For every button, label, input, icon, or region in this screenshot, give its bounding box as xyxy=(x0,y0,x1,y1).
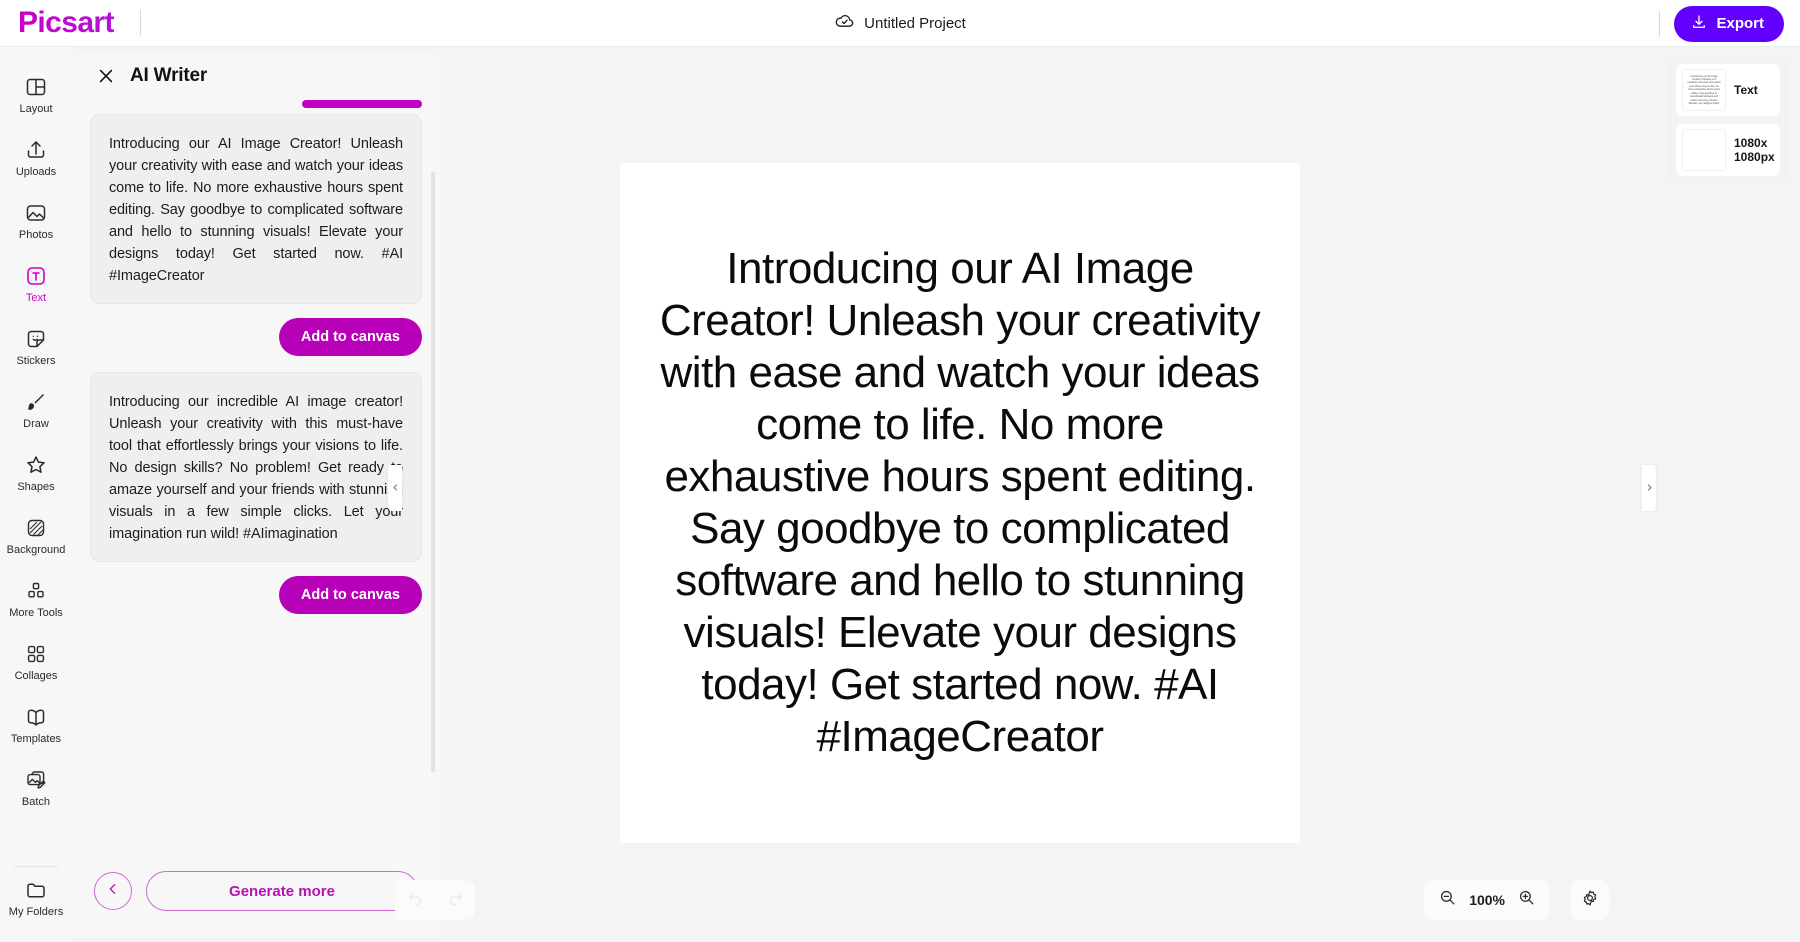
layer-name: Text xyxy=(1734,83,1758,97)
zoom-level-value[interactable]: 100% xyxy=(1469,892,1505,908)
sidebar-item-uploads[interactable]: Uploads xyxy=(0,126,72,189)
templates-book-icon xyxy=(24,705,48,729)
zoom-in-icon[interactable] xyxy=(1517,888,1536,912)
left-sidebar: Layout Uploads Photos Text Stickers Draw… xyxy=(0,47,72,942)
chevron-right-icon xyxy=(1645,479,1654,497)
chevron-left-icon xyxy=(391,479,400,497)
sidebar-item-draw[interactable]: Draw xyxy=(0,378,72,441)
export-button[interactable]: Export xyxy=(1674,5,1784,42)
ai-result-card[interactable]: Introducing our AI Image Creator! Unleas… xyxy=(90,114,422,304)
chevron-left-icon xyxy=(105,881,121,902)
undo-redo-group xyxy=(395,880,475,920)
sidebar-item-templates[interactable]: Templates xyxy=(0,693,72,756)
project-title-group: Untitled Project xyxy=(0,10,1800,36)
photo-icon xyxy=(24,201,48,225)
sidebar-item-shapes[interactable]: Shapes xyxy=(0,441,72,504)
panel-scrollbar[interactable] xyxy=(431,172,435,772)
cloud-check-icon xyxy=(834,10,855,36)
download-icon xyxy=(1690,13,1708,35)
redo-icon[interactable] xyxy=(446,888,465,912)
settings-button[interactable] xyxy=(1570,880,1610,920)
sidebar-item-label: Uploads xyxy=(15,165,57,178)
layer-thumbnail: Introducing our AI Image Creator! Unleas… xyxy=(1682,69,1726,111)
add-to-canvas-row: Add to canvas xyxy=(90,304,422,372)
layer-item-canvas-size[interactable]: 1080x 1080px xyxy=(1676,124,1780,176)
panel-scroll-area[interactable]: Introducing our AI Image Creator! Unleas… xyxy=(72,100,440,844)
sidebar-item-label: Batch xyxy=(21,795,51,808)
layout-icon xyxy=(24,75,48,99)
sidebar-item-text[interactable]: Text xyxy=(0,252,72,315)
sidebar-item-label: More Tools xyxy=(9,606,63,619)
sidebar-item-label: Shapes xyxy=(17,480,55,493)
zoom-out-icon[interactable] xyxy=(1438,888,1457,912)
sidebar-item-label: Layout xyxy=(19,102,53,115)
sidebar-item-photos[interactable]: Photos xyxy=(0,189,72,252)
sidebar-item-label: Collages xyxy=(14,669,58,682)
sidebar-item-label: Photos xyxy=(18,228,54,241)
sidebar-item-label: Text xyxy=(25,291,47,304)
sidebar-divider xyxy=(14,866,58,867)
top-bar: Picsart Untitled Project Export xyxy=(0,0,1800,47)
layer-name: 1080x 1080px xyxy=(1734,136,1775,164)
top-bar-right: Export xyxy=(1659,0,1784,47)
sidebar-item-label: Templates xyxy=(10,732,62,745)
sidebar-item-stickers[interactable]: Stickers xyxy=(0,315,72,378)
layer-thumbnail-text: Introducing our AI Image Creator! Unleas… xyxy=(1687,74,1721,105)
workspace: Introducing our AI Image Creator! Unleas… xyxy=(388,47,1670,942)
generate-more-button[interactable]: Generate more xyxy=(146,871,418,911)
background-icon xyxy=(24,516,48,540)
brush-icon xyxy=(24,390,48,414)
ai-result-text: Introducing our AI Image Creator! Unleas… xyxy=(109,136,403,284)
star-icon xyxy=(24,453,48,477)
panel-header: AI Writer xyxy=(72,52,440,100)
upload-icon xyxy=(24,138,48,162)
add-to-canvas-row: Add to canvas xyxy=(90,562,422,630)
back-button[interactable] xyxy=(94,872,132,910)
zoom-controls: 100% xyxy=(1424,880,1550,920)
picsart-editor: Picsart Untitled Project Export Layout U… xyxy=(0,0,1800,942)
sidebar-item-more-tools[interactable]: More Tools xyxy=(0,567,72,630)
sidebar-item-label: My Folders xyxy=(8,905,64,918)
sidebar-item-batch[interactable]: Batch xyxy=(0,756,72,819)
design-canvas[interactable]: Introducing our AI Image Creator! Unleas… xyxy=(620,163,1300,843)
sidebar-item-collages[interactable]: Collages xyxy=(0,630,72,693)
gear-icon xyxy=(1580,888,1600,913)
ai-result-card[interactable]: Introducing our incredible AI image crea… xyxy=(90,372,422,562)
clipped-add-to-canvas-button[interactable] xyxy=(302,100,422,108)
toolbar-divider xyxy=(1659,10,1661,37)
collapse-left-handle[interactable] xyxy=(388,465,402,511)
sticker-icon xyxy=(24,327,48,351)
layer-thumbnail xyxy=(1682,129,1726,171)
export-label: Export xyxy=(1716,15,1764,32)
logo-divider xyxy=(139,10,141,36)
panel-title: AI Writer xyxy=(130,65,208,86)
sidebar-item-my-folders[interactable]: My Folders xyxy=(0,879,72,942)
ai-result-text: Introducing our incredible AI image crea… xyxy=(109,394,403,542)
folder-icon xyxy=(24,878,48,902)
text-t-icon xyxy=(24,264,48,288)
sidebar-item-label: Stickers xyxy=(16,354,56,367)
more-tools-icon xyxy=(24,579,48,603)
sidebar-item-label: Draw xyxy=(23,417,49,430)
close-icon[interactable] xyxy=(96,66,116,86)
layer-item-text[interactable]: Introducing our AI Image Creator! Unleas… xyxy=(1676,64,1780,116)
collapse-right-handle[interactable] xyxy=(1642,465,1656,511)
ai-writer-panel: AI Writer Introducing our AI Image Creat… xyxy=(72,52,440,938)
undo-icon[interactable] xyxy=(406,888,425,912)
sidebar-item-layout[interactable]: Layout xyxy=(0,63,72,126)
canvas-text-layer[interactable]: Introducing our AI Image Creator! Unleas… xyxy=(655,243,1265,762)
batch-icon xyxy=(24,768,48,792)
add-to-canvas-button[interactable]: Add to canvas xyxy=(278,318,422,356)
project-title[interactable]: Untitled Project xyxy=(864,15,966,32)
picsart-logo[interactable]: Picsart xyxy=(18,6,114,40)
panel-footer: Generate more xyxy=(72,844,440,938)
collage-grid-icon xyxy=(24,642,48,666)
layers-panel: Introducing our AI Image Creator! Unleas… xyxy=(1668,56,1788,184)
sidebar-item-label: Background xyxy=(6,543,66,556)
add-to-canvas-button[interactable]: Add to canvas xyxy=(278,576,422,614)
sidebar-item-background[interactable]: Background xyxy=(0,504,72,567)
